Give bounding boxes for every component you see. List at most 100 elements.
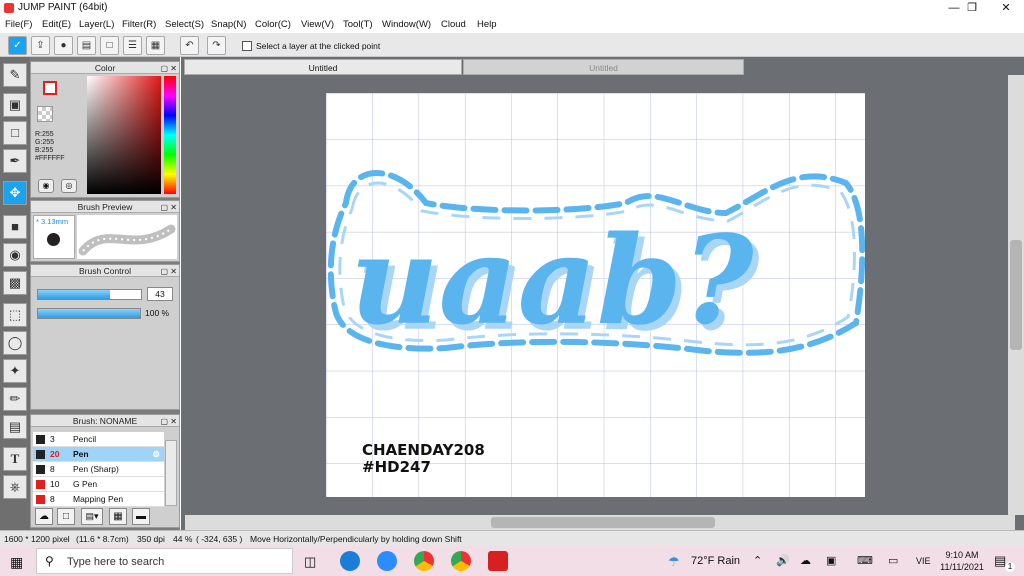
- jump-paint-taskbar-icon[interactable]: [488, 551, 508, 571]
- menu-layer[interactable]: Layer(L): [79, 19, 114, 30]
- menu-help[interactable]: Help: [477, 19, 497, 30]
- comment-icon[interactable]: ●: [54, 36, 73, 55]
- menu-window[interactable]: Window(W): [382, 19, 431, 30]
- menu-edit[interactable]: Edit(E): [42, 19, 71, 30]
- bucket-tool-icon[interactable]: ◉: [3, 243, 27, 267]
- brush-size-fill: [38, 290, 111, 299]
- page-list-icon[interactable]: ☰: [123, 36, 142, 55]
- text-tool-icon[interactable]: T: [3, 447, 27, 471]
- menu-cloud[interactable]: Cloud: [441, 19, 466, 30]
- chrome-icon[interactable]: [414, 551, 434, 571]
- select-pen-tool-icon[interactable]: ✏: [3, 387, 27, 411]
- title-bar: JUMP PAINT (64bit) — ❐ ✕: [0, 0, 1024, 16]
- menu-filter[interactable]: Filter(R): [122, 19, 156, 30]
- menu-snap[interactable]: Snap(N): [211, 19, 246, 30]
- brush-cloud-icon[interactable]: ☁: [35, 508, 53, 525]
- tray-chevron-icon[interactable]: ⌃: [753, 554, 762, 567]
- horizontal-scrollbar[interactable]: [185, 515, 1015, 530]
- foreground-color-swatch[interactable]: [43, 81, 57, 95]
- display-icon[interactable]: ▭: [888, 554, 898, 567]
- horizontal-scroll-thumb[interactable]: [491, 517, 715, 528]
- brush-control-panel: Brush Control ▢ ✕ 43 100 %: [30, 264, 180, 410]
- drawing-canvas[interactable]: uaab? uaab? CHAENDAY208 #HD247: [326, 93, 865, 497]
- color-picker-icon[interactable]: ◎: [61, 179, 77, 193]
- cloud-sync-icon[interactable]: ✓: [8, 36, 27, 55]
- brush-item-mapping-pen[interactable]: 8 Mapping Pen: [33, 492, 164, 507]
- lasso-tool-icon[interactable]: ◯: [3, 331, 27, 355]
- windows-start-icon[interactable]: ▦: [10, 554, 23, 571]
- zoom-level: 44 %: [173, 534, 193, 544]
- panel-close-icon[interactable]: ▢ ✕: [161, 63, 177, 75]
- vertical-scroll-thumb[interactable]: [1010, 240, 1022, 350]
- new-brush-icon[interactable]: □: [57, 508, 75, 525]
- eyedropper-tool-icon[interactable]: ⎈: [3, 475, 27, 499]
- brush-list-scrollbar[interactable]: [165, 440, 177, 506]
- edge-browser-icon[interactable]: [340, 551, 360, 571]
- saturation-value-picker[interactable]: [87, 76, 161, 194]
- menu-view[interactable]: View(V): [301, 19, 334, 30]
- brush-item-pen[interactable]: 20 Pen ⚙: [33, 447, 164, 462]
- brush-item-size: 8: [50, 494, 55, 504]
- brush-item-pencil[interactable]: 3 Pencil: [33, 432, 164, 447]
- rectangle-tool-icon[interactable]: □: [3, 121, 27, 145]
- chrome-profile-icon[interactable]: [451, 551, 471, 571]
- task-view-icon[interactable]: ◫: [304, 554, 316, 570]
- menu-select[interactable]: Select(S): [165, 19, 204, 30]
- hue-slider[interactable]: [164, 76, 176, 194]
- brush-item-name: G Pen: [73, 479, 98, 489]
- gradient-tool-icon[interactable]: ▩: [3, 271, 27, 295]
- brush-folder-icon[interactable]: ▬: [132, 508, 150, 525]
- volume-icon[interactable]: 🔊: [776, 554, 790, 567]
- palette-icon[interactable]: ◉: [38, 179, 54, 193]
- vertical-scrollbar[interactable]: [1008, 75, 1024, 515]
- select-layer-checkbox[interactable]: [242, 41, 252, 51]
- pen-tool-icon[interactable]: ✒: [3, 149, 27, 173]
- brush-control-header: Brush Control ▢ ✕: [31, 265, 179, 277]
- grid-settings-icon[interactable]: ▦: [146, 36, 165, 55]
- network-icon[interactable]: ☁: [800, 554, 811, 567]
- move-tool-icon[interactable]: ✥: [3, 181, 27, 205]
- brush-color-swatch: [36, 465, 45, 474]
- fill-shape-tool-icon[interactable]: ■: [3, 215, 27, 239]
- brush-item-g-pen[interactable]: 10 G Pen: [33, 477, 164, 492]
- menu-color[interactable]: Color(C): [255, 19, 291, 30]
- tab-untitled-active[interactable]: Untitled: [184, 59, 462, 75]
- rect-select-tool-icon[interactable]: ⬚: [3, 303, 27, 327]
- taskbar-search-box[interactable]: ⚲ Type here to search: [36, 548, 293, 574]
- panel-close-icon[interactable]: ▢ ✕: [161, 202, 177, 214]
- transparent-color-swatch[interactable]: [37, 106, 53, 122]
- panel-close-icon[interactable]: ▢ ✕: [161, 266, 177, 278]
- brush-menu-icon[interactable]: ▤▾: [81, 508, 103, 525]
- keyboard-icon[interactable]: ⌨: [857, 554, 873, 567]
- brush-size-input[interactable]: 43: [147, 287, 173, 301]
- brush-size-slider[interactable]: [37, 289, 142, 300]
- message-icon[interactable]: ▤: [77, 36, 96, 55]
- input-language[interactable]: VIE: [916, 556, 931, 566]
- brush-opacity-slider[interactable]: [37, 308, 141, 319]
- restore-button[interactable]: ❐: [954, 0, 990, 16]
- redo-button[interactable]: ↷: [207, 36, 226, 55]
- undo-button[interactable]: ↶: [180, 36, 199, 55]
- drive-icon[interactable]: ▣: [826, 554, 836, 567]
- select-eraser-tool-icon[interactable]: ▤: [3, 415, 27, 439]
- magic-wand-tool-icon[interactable]: ✦: [3, 359, 27, 383]
- zoom-app-icon[interactable]: [377, 551, 397, 571]
- close-button[interactable]: ✕: [988, 0, 1024, 16]
- export-icon[interactable]: ⇪: [31, 36, 50, 55]
- weather-text[interactable]: 72°F Rain: [691, 555, 740, 567]
- tab-untitled-inactive[interactable]: Untitled: [463, 59, 744, 75]
- menu-tool[interactable]: Tool(T): [343, 19, 373, 30]
- artist-credit-name: CHAENDAY208: [362, 441, 485, 459]
- document-icon[interactable]: □: [100, 36, 119, 55]
- brush-tool-icon[interactable]: ✎: [3, 63, 27, 87]
- windows-taskbar: ▦ ⚲ Type here to search ◫ ☂ 72°F Rain ⌃ …: [0, 546, 1024, 576]
- brush-settings-icon[interactable]: ▦: [109, 508, 127, 525]
- tool-strip: ✎ ▣ □ ✒ ✥ ■ ◉ ▩ ⬚ ◯ ✦ ✏ ▤ T ⎈: [0, 57, 30, 530]
- brush-item-pen-sharp[interactable]: 8 Pen (Sharp): [33, 462, 164, 477]
- menu-file[interactable]: File(F): [5, 19, 32, 30]
- brush-settings-gear-icon[interactable]: ⚙: [152, 447, 160, 462]
- panel-close-icon[interactable]: ▢ ✕: [161, 416, 177, 428]
- eraser-tool-icon[interactable]: ▣: [3, 93, 27, 117]
- taskbar-clock[interactable]: 9:10 AM 11/11/2021: [940, 549, 984, 573]
- brush-list-header: Brush: NONAME ▢ ✕: [31, 415, 179, 427]
